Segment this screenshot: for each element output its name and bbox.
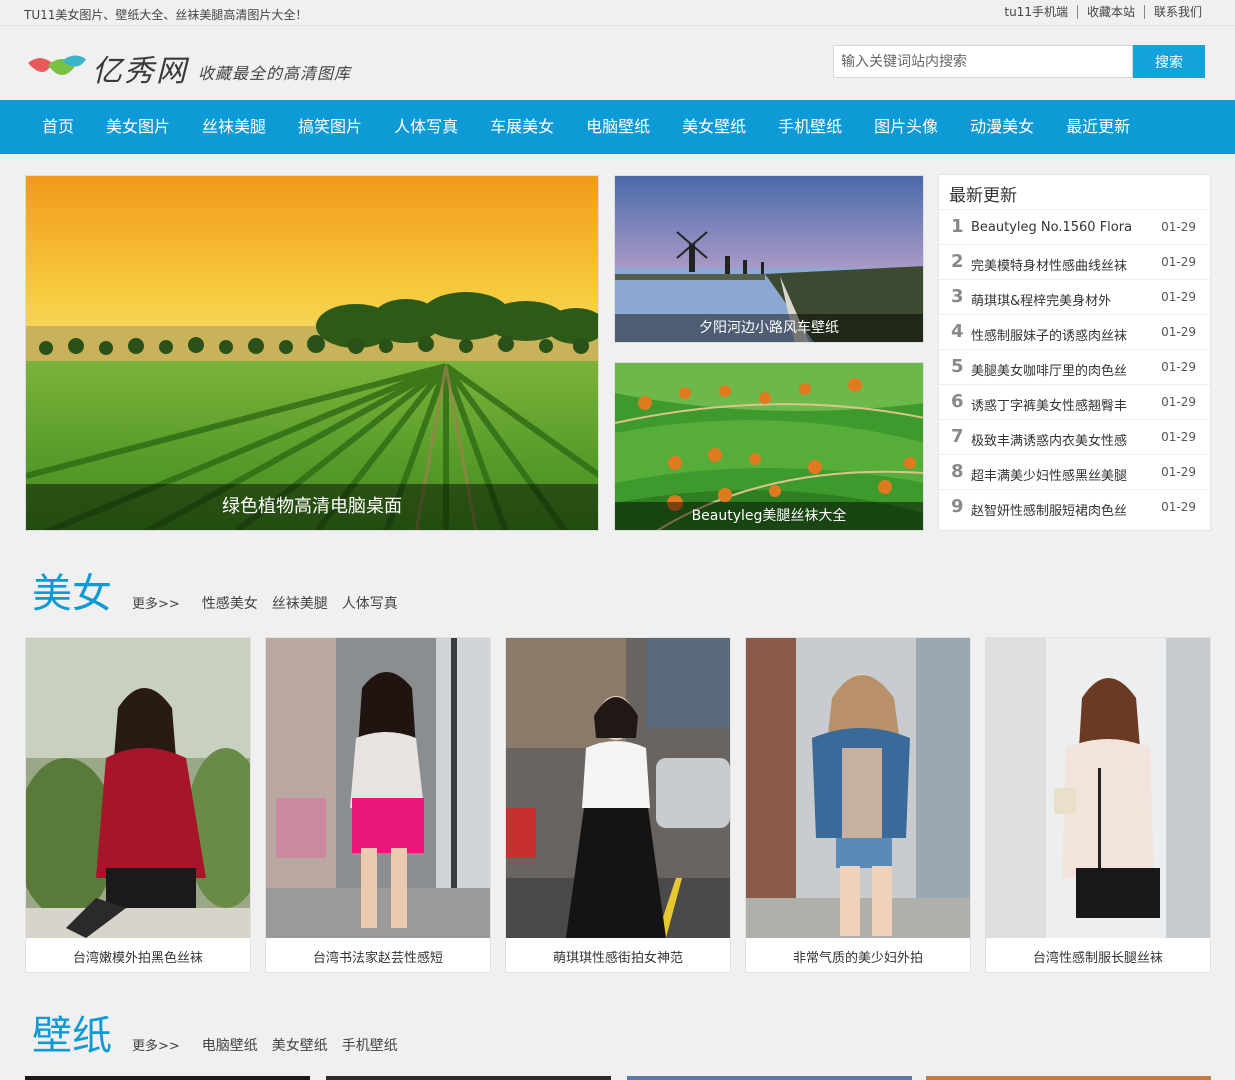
tag-portrait[interactable]: 人体写真 (342, 593, 398, 613)
more-link[interactable]: 更多>> (132, 1035, 180, 1054)
section-tags: 电脑壁纸 美女壁纸 手机壁纸 (202, 1035, 412, 1055)
search-button[interactable]: 搜索 (1133, 45, 1205, 78)
latest-item[interactable]: 1 Beautyleg No.1560 Flora 01-29 (939, 210, 1210, 245)
section-title: 美女 (32, 571, 112, 617)
top-bar: TU11美女图片、壁纸大全、丝袜美腿高清图片大全！ tu11手机端 收藏本站 联… (0, 0, 1235, 26)
card-photo (16, 638, 266, 938)
latest-item[interactable]: 7 极致丰满诱惑内衣美女性感 01-29 (939, 420, 1210, 455)
contact-link[interactable]: 联系我们 (1143, 5, 1211, 19)
latest-item[interactable]: 5 美腿美女咖啡厅里的肉色丝 01-29 (939, 350, 1210, 385)
hero-feature-fields[interactable]: Beautyleg美腿丝袜大全 (614, 362, 924, 531)
nav-portrait[interactable]: 人体写真 (378, 100, 474, 154)
card-title: 台湾嫩模外拍黑色丝袜 (72, 951, 203, 966)
nav-beauty-pictures[interactable]: 美女图片 (90, 100, 186, 154)
card-photo (506, 638, 730, 938)
card-photo (746, 638, 970, 938)
tag-mobile-wallpaper[interactable]: 手机壁纸 (342, 1035, 398, 1055)
wallpaper-thumb-edge (926, 1076, 1211, 1080)
card-title: 萌琪琪性感街拍女神范 (552, 951, 683, 966)
beauty-section-header: 美女 更多>> 性感美女 丝袜美腿 人体写真 (32, 572, 412, 616)
nav-recent[interactable]: 最近更新 (1050, 100, 1146, 154)
latest-item[interactable]: 4 性感制服妹子的诱惑肉丝袜 01-29 (939, 315, 1210, 350)
vineyard-image (26, 176, 598, 530)
photo-card[interactable]: 萌琪琪性感街拍女神范 (505, 637, 731, 973)
wallpaper-thumb-edge (627, 1076, 912, 1080)
card-title: 台湾书法家赵芸性感短 (312, 951, 443, 966)
wallpaper-thumb-edge (25, 1076, 310, 1080)
latest-updates-panel: 最新更新 1 Beautyleg No.1560 Flora 01-29 2 完美模特… (938, 174, 1211, 531)
logo-leaf-icon (28, 55, 86, 75)
latest-item[interactable]: 9 赵智妍性感制服短裙肉色丝 01-29 (939, 490, 1210, 525)
card-title: 台湾性感制服长腿丝袜 (1032, 951, 1163, 966)
hero-caption: 夕阳河边小路风车壁纸 (615, 314, 923, 342)
tag-sexy-beauty[interactable]: 性感美女 (202, 593, 258, 613)
search-input[interactable] (833, 45, 1133, 78)
site-logo[interactable]: 亿秀网 收藏最全的高清图库 (26, 46, 351, 90)
header: 亿秀网 收藏最全的高清图库 搜索 (0, 26, 1235, 100)
hero-caption: Beautyleg美腿丝袜大全 (615, 502, 923, 530)
wallpaper-thumb-edge (326, 1076, 611, 1080)
tag-stockings[interactable]: 丝袜美腿 (272, 593, 328, 613)
section-title: 壁纸 (32, 1013, 112, 1059)
latest-list: 1 Beautyleg No.1560 Flora 01-29 2 完美模特身材性感曲… (939, 210, 1210, 525)
logo-tagline: 收藏最全的高清图库 (198, 64, 352, 83)
photo-card[interactable]: 台湾性感制服长腿丝袜 (985, 637, 1211, 973)
section-tags: 性感美女 丝袜美腿 人体写真 (202, 593, 412, 613)
logo-name: 亿秀网 (92, 54, 188, 89)
top-links: tu11手机端 收藏本站 联系我们 (995, 5, 1211, 19)
latest-item[interactable]: 3 萌琪琪&程梓完美身材外 01-29 (939, 280, 1210, 315)
hero-feature-vineyard[interactable]: 绿色植物高清电脑桌面 (25, 175, 599, 531)
latest-item[interactable]: 8 超丰满美少妇性感黑丝美腿 01-29 (939, 455, 1210, 490)
wallpaper-section-header: 壁纸 更多>> 电脑壁纸 美女壁纸 手机壁纸 (32, 1014, 412, 1058)
nav-beauty-wallpaper[interactable]: 美女壁纸 (666, 100, 762, 154)
mobile-link[interactable]: tu11手机端 (995, 5, 1077, 19)
nav-car-show[interactable]: 车展美女 (474, 100, 570, 154)
nav-funny-pictures[interactable]: 搞笑图片 (282, 100, 378, 154)
site-slogan: TU11美女图片、壁纸大全、丝袜美腿高清图片大全！ (24, 8, 308, 22)
search-box: 搜索 (833, 45, 1205, 78)
nav-anime[interactable]: 动漫美女 (954, 100, 1050, 154)
photo-card[interactable]: 台湾书法家赵芸性感短 (265, 637, 491, 973)
latest-title: 最新更新 (939, 175, 1210, 210)
main-nav: 首页 美女图片 丝袜美腿 搞笑图片 人体写真 车展美女 电脑壁纸 美女壁纸 手机… (0, 100, 1235, 154)
card-photo (986, 638, 1210, 938)
hero-feature-windmill[interactable]: 夕阳河边小路风车壁纸 (614, 175, 924, 343)
bookmark-link[interactable]: 收藏本站 (1076, 5, 1144, 19)
tag-beauty-wallpaper[interactable]: 美女壁纸 (272, 1035, 328, 1055)
card-title: 非常气质的美少妇外拍 (792, 951, 923, 966)
latest-item[interactable]: 6 诱惑丁字裤美女性感翘臀丰 01-29 (939, 385, 1210, 420)
nav-stockings[interactable]: 丝袜美腿 (186, 100, 282, 154)
beauty-card-grid: 台湾嫩模外拍黑色丝袜 台湾书法家赵芸性感短 萌琪琪性感街拍女神范 非常气质的美少… (16, 637, 1211, 973)
latest-item[interactable]: 2 完美模特身材性感曲线丝袜 01-29 (939, 245, 1210, 280)
card-photo (266, 638, 490, 938)
photo-card[interactable]: 台湾嫩模外拍黑色丝袜 (16, 637, 266, 973)
photo-card[interactable]: 非常气质的美少妇外拍 (745, 637, 971, 973)
tag-pc-wallpaper[interactable]: 电脑壁纸 (202, 1035, 258, 1055)
nav-home[interactable]: 首页 (26, 100, 90, 154)
nav-pc-wallpaper[interactable]: 电脑壁纸 (570, 100, 666, 154)
more-link[interactable]: 更多>> (132, 593, 180, 612)
nav-avatar[interactable]: 图片头像 (858, 100, 954, 154)
hero-caption: 绿色植物高清电脑桌面 (26, 484, 598, 530)
nav-mobile-wallpaper[interactable]: 手机壁纸 (762, 100, 858, 154)
